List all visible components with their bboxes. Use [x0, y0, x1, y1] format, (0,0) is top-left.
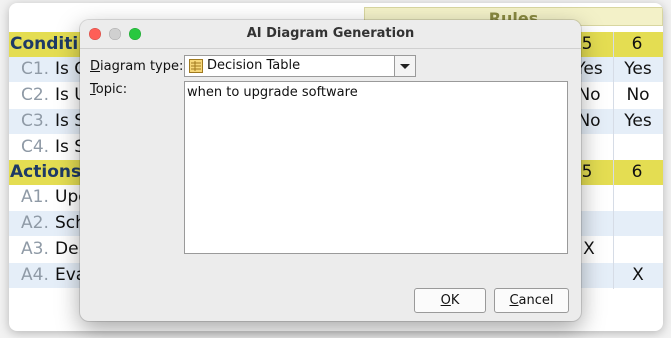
diagram-type-label: Diagram type:: [90, 59, 184, 74]
decision-table-icon: [189, 59, 203, 73]
condition-id: C1.: [21, 59, 50, 79]
rule-number-6: 6: [631, 162, 643, 182]
dialog-titlebar[interactable]: AI Diagram Generation: [80, 20, 581, 49]
diagram-type-value: Decision Table: [207, 58, 301, 73]
topic-textarea[interactable]: when to upgrade software: [184, 81, 568, 254]
actions-label: Actions: [10, 162, 82, 182]
diagram-type-select[interactable]: Decision Table: [184, 55, 416, 77]
dropdown-button[interactable]: [394, 56, 415, 76]
ok-button[interactable]: OK: [414, 288, 486, 313]
ai-diagram-dialog: AI Diagram Generation Diagram type: Deci…: [80, 20, 581, 321]
column-divider: [613, 32, 614, 289]
action-id: A3.: [21, 239, 49, 259]
action-id: A2.: [21, 213, 49, 233]
condition-cell-r6[interactable]: Yes: [616, 57, 660, 82]
rule-number-6: 6: [631, 34, 643, 54]
conditions-label: Conditi: [10, 34, 79, 54]
action-id: A1.: [21, 187, 49, 207]
condition-cell-r6[interactable]: Yes: [616, 109, 660, 134]
condition-id: C3.: [21, 111, 50, 131]
chevron-down-icon: [400, 64, 410, 69]
topic-label: Topic:: [90, 82, 128, 97]
action-id: A4.: [21, 265, 49, 285]
dialog-title: AI Diagram Generation: [246, 26, 415, 41]
condition-id: C4.: [21, 137, 50, 157]
condition-id: C2.: [21, 85, 50, 105]
condition-cell-r6[interactable]: No: [616, 83, 660, 108]
action-cell-r6[interactable]: X: [616, 263, 660, 288]
cancel-button[interactable]: Cancel: [494, 288, 569, 313]
